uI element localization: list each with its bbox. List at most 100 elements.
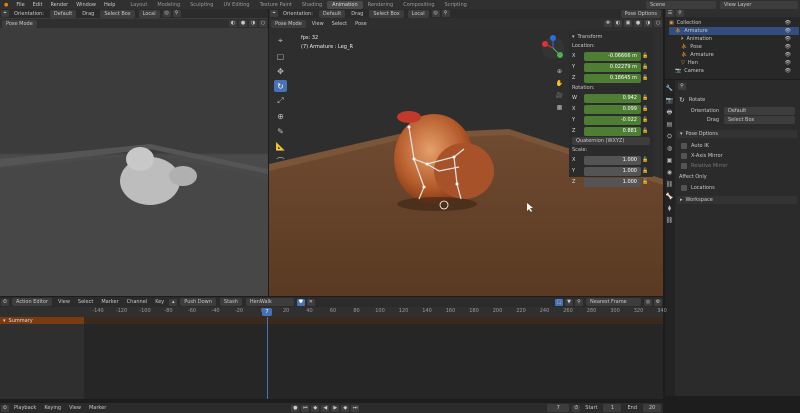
- lock-icon[interactable]: 🔓: [641, 95, 650, 101]
- ortho-toggle-icon[interactable]: ▦: [555, 103, 564, 112]
- select-tool-icon[interactable]: ⌖: [1, 10, 9, 17]
- visibility-icon[interactable]: 👁: [785, 60, 791, 66]
- relative-mirror-checkbox[interactable]: [681, 163, 687, 169]
- menu-help[interactable]: Help: [100, 2, 119, 8]
- world-tab-icon[interactable]: ◍: [665, 144, 674, 153]
- main-viewport[interactable]: ⌖ Orientation: Default Drag Select Box L…: [269, 9, 663, 296]
- rotation-x-field[interactable]: 0.099: [584, 104, 641, 114]
- fake-user-icon[interactable]: ⛊: [296, 298, 305, 306]
- shading-solid-icon[interactable]: ●: [634, 20, 642, 27]
- only-selected-icon[interactable]: ⬚: [555, 298, 563, 306]
- workspace-tab-uv-editing[interactable]: UV Editing: [218, 1, 254, 9]
- workspace-tab-rendering[interactable]: Rendering: [363, 1, 399, 9]
- outliner-filter-icon[interactable]: ⚲: [676, 9, 684, 17]
- bone-tab-icon[interactable]: ⧫: [665, 204, 674, 213]
- menu-select[interactable]: Select: [74, 299, 97, 305]
- dopesheet-area[interactable]: [84, 317, 663, 399]
- lock-icon[interactable]: 🔓: [641, 179, 650, 185]
- playhead-frame[interactable]: 7: [262, 308, 272, 316]
- menu-file[interactable]: File: [12, 2, 28, 8]
- object-tab-icon[interactable]: ▣: [665, 156, 674, 165]
- render-tab-icon[interactable]: 📷: [665, 96, 674, 105]
- move-tool-icon[interactable]: ✥: [274, 65, 287, 77]
- snap-mode-dropdown[interactable]: Nearest Frame: [586, 298, 641, 306]
- workspace-tab-shading[interactable]: Shading: [297, 1, 327, 9]
- annotate-tool-icon[interactable]: ✎: [274, 125, 287, 137]
- menu-marker[interactable]: Marker: [97, 299, 122, 305]
- x-axis-mirror-checkbox[interactable]: [681, 153, 687, 159]
- scale-y-field[interactable]: 1.000: [584, 166, 641, 176]
- constraint-tab-icon[interactable]: ⛓: [665, 180, 674, 189]
- action-editor-mode-dropdown[interactable]: Action Editor: [12, 298, 53, 306]
- location-y-field[interactable]: 0.02279 m: [584, 62, 641, 72]
- scale-z-field[interactable]: 1.000: [584, 177, 641, 187]
- lock-icon[interactable]: 🔓: [641, 75, 650, 81]
- overlay-icon[interactable]: ◐: [614, 20, 622, 27]
- lock-icon[interactable]: 🔓: [641, 128, 650, 134]
- view-layer-selector[interactable]: View Layer: [720, 0, 798, 9]
- rotation-z-field[interactable]: 0.881: [584, 126, 641, 136]
- menu-view[interactable]: View: [308, 21, 328, 27]
- layer-up-icon[interactable]: ▴: [169, 298, 178, 306]
- push-down-button[interactable]: Push Down: [180, 298, 216, 306]
- outliner-item-armature[interactable]: ⛹ Armature 👁: [669, 27, 799, 35]
- menu-playback[interactable]: Playback: [10, 405, 40, 411]
- snap-icon[interactable]: ⚲: [172, 10, 181, 17]
- rotate-tool-icon[interactable]: ↻: [274, 80, 287, 92]
- visibility-icon[interactable]: 👁: [785, 44, 791, 50]
- transform-orientation-dropdown[interactable]: Local: [407, 9, 429, 18]
- location-z-field[interactable]: 0.18645 m: [584, 73, 641, 83]
- play-icon[interactable]: ▶: [331, 404, 340, 412]
- pan-icon[interactable]: ✋: [555, 79, 564, 88]
- transform-panel-header[interactable]: ▾ Transform: [572, 33, 650, 41]
- locations-row[interactable]: Locations: [681, 184, 715, 192]
- jump-end-icon[interactable]: ⏭: [351, 404, 360, 412]
- menu-select[interactable]: Select: [328, 21, 351, 27]
- tool-tab-icon[interactable]: 🔧: [665, 84, 674, 93]
- transform-tool-icon[interactable]: ⊕: [274, 110, 287, 122]
- relative-mirror-row[interactable]: Relative Mirror: [681, 162, 727, 170]
- current-frame-field[interactable]: 7: [547, 404, 570, 412]
- filter-icon[interactable]: ▼: [565, 298, 573, 306]
- scene-selector[interactable]: Scene: [646, 0, 716, 9]
- timeline-editor-icon[interactable]: ⏲: [1, 404, 9, 412]
- outliner-item-camera[interactable]: 📷 Camera 👁: [669, 67, 799, 75]
- view-layer-tab-icon[interactable]: ▤: [665, 120, 674, 129]
- overlay-icon[interactable]: ◐: [229, 20, 237, 27]
- play-reverse-icon[interactable]: ◀: [321, 404, 330, 412]
- shading-material-icon[interactable]: ◑: [644, 20, 652, 27]
- shading-rendered-icon[interactable]: ○: [654, 20, 662, 27]
- outliner-item-animation[interactable]: ⏵ Animation 👁: [669, 35, 799, 43]
- scene-tab-icon[interactable]: ⛭: [665, 132, 674, 141]
- menu-render[interactable]: Render: [46, 2, 72, 8]
- outliner-item-pose[interactable]: ⛹ Pose 👁: [669, 43, 799, 51]
- gizmo-toggle-icon[interactable]: ✥: [604, 20, 612, 27]
- pose-relax-tool-icon[interactable]: ⌒: [274, 155, 287, 167]
- start-frame-field[interactable]: 1: [603, 404, 622, 412]
- visibility-icon[interactable]: 👁: [785, 28, 791, 34]
- workspace-tab-animation[interactable]: Animation: [327, 0, 363, 9]
- auto-ik-row[interactable]: Auto IK: [681, 142, 709, 150]
- lock-icon[interactable]: 🔓: [641, 53, 650, 59]
- workspace-tab-modeling[interactable]: Modeling: [152, 1, 185, 9]
- orientation-dropdown[interactable]: Default: [49, 9, 77, 18]
- record-icon[interactable]: ●: [291, 404, 300, 412]
- outliner-item-collection[interactable]: ▣ Collection 👁: [669, 19, 799, 27]
- orientation-dropdown[interactable]: Default: [318, 9, 346, 18]
- select-box-tool-icon[interactable]: ▢: [274, 50, 287, 62]
- left-viewport[interactable]: ⌖ Orientation: Default Drag Select Box L…: [0, 9, 268, 296]
- menu-window[interactable]: Window: [72, 2, 100, 8]
- lock-icon[interactable]: 🔓: [641, 64, 650, 70]
- blender-logo-icon[interactable]: ●: [0, 2, 12, 8]
- outliner-editor-type-icon[interactable]: ☰: [666, 9, 674, 17]
- bone-constraint-tab-icon[interactable]: ⛓: [665, 216, 674, 225]
- menu-keying[interactable]: Keying: [40, 405, 65, 411]
- frame-ruler[interactable]: -140-120-100-80-60-40-200204060801001201…: [84, 307, 667, 317]
- preview-range-icon[interactable]: ⏱: [572, 404, 581, 412]
- menu-view[interactable]: View: [54, 299, 74, 305]
- outliner-item-hen[interactable]: ▽ Hen 👁: [669, 59, 799, 67]
- drag-dropdown[interactable]: Select Box: [369, 9, 404, 18]
- workspace-panel-header[interactable]: ▸ Workspace: [677, 196, 797, 204]
- auto-ik-checkbox[interactable]: [681, 143, 687, 149]
- overlay-icon[interactable]: ⚙: [654, 298, 662, 306]
